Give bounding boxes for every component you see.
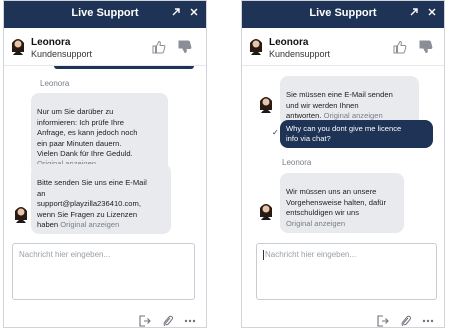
- input-placeholder: Nachricht hier eingeben...: [19, 250, 111, 259]
- expand-icon[interactable]: [408, 5, 420, 23]
- delivered-check-icon: ✓: [272, 128, 279, 137]
- chat-header: Live Support: [4, 1, 206, 28]
- message-text: Nur um Sie darüber zu informieren: Ich p…: [37, 107, 138, 159]
- agent-role: Kundensupport: [269, 49, 331, 59]
- attach-icon[interactable]: [400, 314, 412, 326]
- user-message: Why can you dont give me licence info vi…: [280, 120, 433, 148]
- exit-icon[interactable]: [377, 314, 389, 327]
- message-text: Wir müssen uns an unsere Vorgehensweise …: [286, 187, 387, 218]
- thumbs-down-icon[interactable]: [178, 40, 192, 54]
- agent-avatar: [13, 205, 29, 228]
- agent-message: Sie müssen eine E-Mail senden und wir we…: [280, 76, 419, 126]
- agent-name: Leonora: [31, 37, 71, 48]
- agent-message: Nur um Sie darüber zu informieren: Ich p…: [31, 93, 168, 174]
- chat-footer: [371, 311, 434, 327]
- close-icon[interactable]: [426, 5, 438, 23]
- agent-avatar: [258, 95, 274, 118]
- agent-role: Kundensupport: [31, 49, 93, 59]
- exit-icon[interactable]: [139, 314, 151, 327]
- close-icon[interactable]: [188, 5, 200, 23]
- chat-window-left: Live Support Leonora Kundensupport Leono…: [3, 0, 207, 328]
- chat-header: Live Support: [242, 1, 444, 28]
- agent-bar: Leonora Kundensupport: [242, 28, 444, 66]
- chat-footer: [133, 311, 196, 327]
- expand-icon[interactable]: [170, 5, 182, 23]
- message-input[interactable]: Nachricht hier eingeben...: [256, 243, 437, 300]
- sender-label: Leonora: [40, 79, 70, 88]
- chat-history[interactable]: Sie müssen eine E-Mail senden und wir we…: [242, 66, 444, 238]
- agent-name: Leonora: [269, 37, 309, 48]
- more-icon[interactable]: [422, 314, 434, 326]
- agent-bar: Leonora Kundensupport: [4, 28, 206, 66]
- message-input[interactable]: Nachricht hier eingeben...: [12, 243, 195, 300]
- previous-message-edge: [54, 66, 194, 69]
- agent-message: Bitte senden Sie uns eine E-Mail an supp…: [31, 164, 171, 235]
- input-placeholder: Nachricht hier eingeben...: [265, 250, 357, 260]
- chat-window-right: Live Support Leonora Kundensupport Sie m…: [241, 0, 445, 328]
- thumbs-up-icon[interactable]: [152, 40, 166, 54]
- show-original-link[interactable]: Original anzeigen: [60, 220, 119, 229]
- show-original-link[interactable]: Original anzeigen: [324, 111, 383, 120]
- agent-message: Wir müssen uns an unsere Vorgehensweise …: [280, 173, 404, 234]
- text-caret: [263, 250, 264, 260]
- thumbs-up-icon[interactable]: [393, 40, 407, 54]
- chat-history[interactable]: Leonora Nur um Sie darüber zu informiere…: [4, 66, 206, 238]
- thumbs-down-icon[interactable]: [419, 40, 433, 54]
- agent-avatar: [248, 37, 264, 55]
- show-original-link[interactable]: Original anzeigen: [286, 219, 345, 228]
- sender-label: Leonora: [282, 158, 312, 167]
- agent-avatar: [10, 37, 26, 55]
- more-icon[interactable]: [184, 314, 196, 326]
- attach-icon[interactable]: [162, 314, 174, 326]
- agent-avatar: [258, 202, 274, 225]
